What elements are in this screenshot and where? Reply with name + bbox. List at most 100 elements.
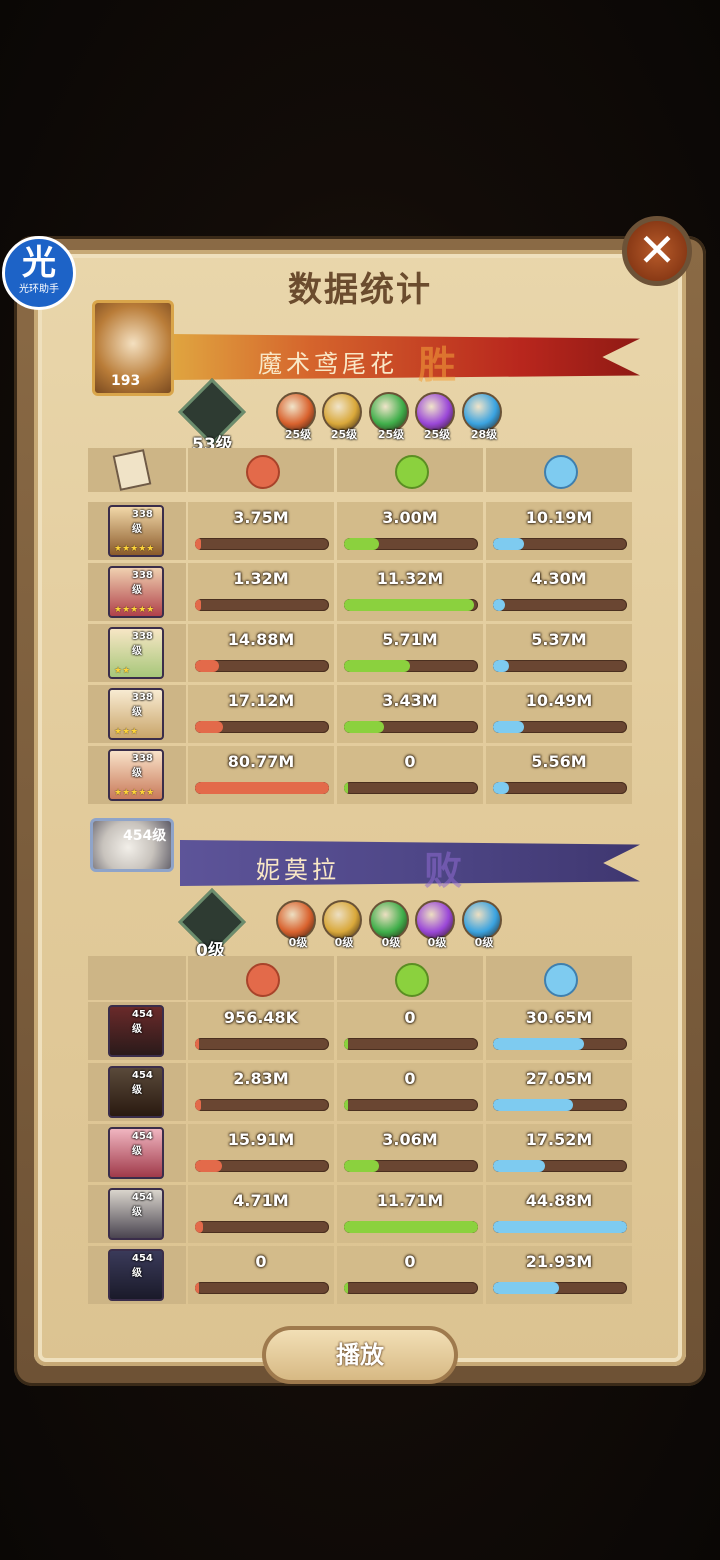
heal-cell: 3.00M: [337, 502, 483, 560]
hero-stars: ★★★★★: [114, 605, 155, 615]
damage-value: 17.12M: [227, 691, 295, 710]
heal-value: 3.43M: [382, 691, 438, 710]
heal-bar-fill: [344, 1221, 478, 1233]
hero-avatar[interactable]: 338级 ★★★★★: [108, 505, 164, 557]
winner-banner: [170, 334, 640, 380]
heal-bar: [344, 1099, 478, 1111]
tank-value: 10.19M: [525, 508, 593, 527]
table-row: 338级 ★★★★★ 3.75M 3.00M 10.19M: [88, 502, 632, 560]
faction-level: 0级: [288, 936, 308, 949]
tank-bar: [493, 721, 627, 733]
portrait-cell: 454级: [88, 1063, 186, 1121]
damage-bar-fill: [195, 660, 220, 672]
damage-header: [188, 956, 334, 1000]
heal-bar-fill: [344, 721, 385, 733]
play-button[interactable]: 播放: [262, 1326, 458, 1384]
loser-banner: [180, 840, 640, 886]
heal-bar-fill: [344, 599, 474, 611]
tank-value: 10.49M: [525, 691, 593, 710]
damage-bar-fill: [195, 599, 201, 611]
faction-icon: 0级: [415, 900, 455, 949]
portrait-cell: 338级 ★★★★★: [88, 563, 186, 621]
tank-bar-fill: [493, 538, 524, 550]
damage-cell: 4.71M: [188, 1185, 334, 1243]
tank-cell: 4.30M: [486, 563, 632, 621]
heal-cell: 3.43M: [337, 685, 483, 743]
heal-bar: [344, 538, 478, 550]
table-row: 454级 2.83M 0 27.05M: [88, 1063, 632, 1121]
hero-level: 454级: [132, 1192, 153, 1218]
heal-icon: [395, 963, 429, 997]
hero-level: 454级: [132, 1253, 153, 1279]
heal-cell: 11.32M: [337, 563, 483, 621]
tank-bar: [493, 1038, 627, 1050]
shield-icon: [544, 963, 578, 997]
hero-avatar[interactable]: 338级 ★★★★★: [108, 566, 164, 618]
loser-stats-header: [88, 956, 632, 1000]
close-button[interactable]: ✕: [622, 216, 692, 286]
winner-leader-level: 193: [111, 373, 141, 389]
heal-cell: 0: [337, 1246, 483, 1304]
damage-bar-fill: [195, 782, 329, 794]
portrait-cell: 454级: [88, 1002, 186, 1060]
portrait-cell: 338级 ★★★★★: [88, 746, 186, 804]
damage-icon: [246, 455, 280, 489]
hero-stars: ★★★★★: [114, 544, 155, 554]
winner-status: 胜: [418, 343, 457, 387]
hero-level: 454级: [132, 1131, 153, 1157]
faction-level: 28级: [470, 428, 498, 441]
heal-cell: 11.71M: [337, 1185, 483, 1243]
hero-avatar[interactable]: 338级 ★★★★★: [108, 749, 164, 801]
hero-avatar[interactable]: 454级: [108, 1066, 164, 1118]
tank-cell: 5.37M: [486, 624, 632, 682]
damage-bar: [195, 538, 329, 550]
heal-value: 11.71M: [376, 1191, 444, 1210]
damage-bar: [195, 1282, 329, 1294]
hero-avatar[interactable]: 454级: [108, 1005, 164, 1057]
winner-leader-avatar[interactable]: 193: [92, 300, 174, 396]
hero-avatar[interactable]: 454级: [108, 1188, 164, 1240]
faction-icon: 0级: [322, 900, 362, 949]
heal-header: [337, 956, 483, 1000]
loser-leader-avatar[interactable]: 454级: [90, 818, 174, 872]
heal-bar: [344, 1160, 478, 1172]
damage-cell: 17.12M: [188, 685, 334, 743]
damage-cell: 80.77M: [188, 746, 334, 804]
hero-stars: ★★: [114, 666, 131, 676]
heal-bar-fill: [344, 1160, 379, 1172]
hero-level: 338级: [132, 570, 153, 596]
damage-value: 0: [255, 1252, 267, 1271]
faction-level: 25级: [330, 428, 358, 441]
damage-bar-fill: [195, 538, 201, 550]
heal-header: [337, 448, 483, 492]
winner-name: 魔术鸢尾花: [258, 350, 398, 378]
damage-value: 3.75M: [233, 508, 289, 527]
hero-avatar[interactable]: 338级 ★★★: [108, 688, 164, 740]
header-empty-cell: [88, 448, 186, 492]
tank-bar: [493, 660, 627, 672]
damage-cell: 2.83M: [188, 1063, 334, 1121]
table-row: 338级 ★★ 14.88M 5.71M 5.37M: [88, 624, 632, 682]
faction-level: 25级: [284, 428, 312, 441]
tank-value: 4.30M: [531, 569, 587, 588]
shield-icon: [544, 455, 578, 489]
hero-avatar[interactable]: 454级: [108, 1249, 164, 1301]
table-row: 454级 4.71M 11.71M 44.88M: [88, 1185, 632, 1243]
tank-bar-fill: [493, 721, 524, 733]
heal-value: 0: [404, 1252, 416, 1271]
damage-bar-fill: [195, 1282, 199, 1294]
tank-value: 5.56M: [531, 752, 587, 771]
table-row: 454级 15.91M 3.06M 17.52M: [88, 1124, 632, 1182]
tank-value: 17.52M: [525, 1130, 593, 1149]
heal-bar: [344, 721, 478, 733]
damage-value: 956.48K: [223, 1008, 299, 1027]
table-row: 338级 ★★★★★ 1.32M 11.32M 4.30M: [88, 563, 632, 621]
hero-avatar[interactable]: 338级 ★★: [108, 627, 164, 679]
heal-icon: [395, 455, 429, 489]
hero-level: 454级: [132, 1070, 153, 1096]
damage-cell: 15.91M: [188, 1124, 334, 1182]
tank-bar: [493, 1099, 627, 1111]
heal-bar-fill: [344, 1038, 348, 1050]
damage-cell: 956.48K: [188, 1002, 334, 1060]
hero-avatar[interactable]: 454级: [108, 1127, 164, 1179]
